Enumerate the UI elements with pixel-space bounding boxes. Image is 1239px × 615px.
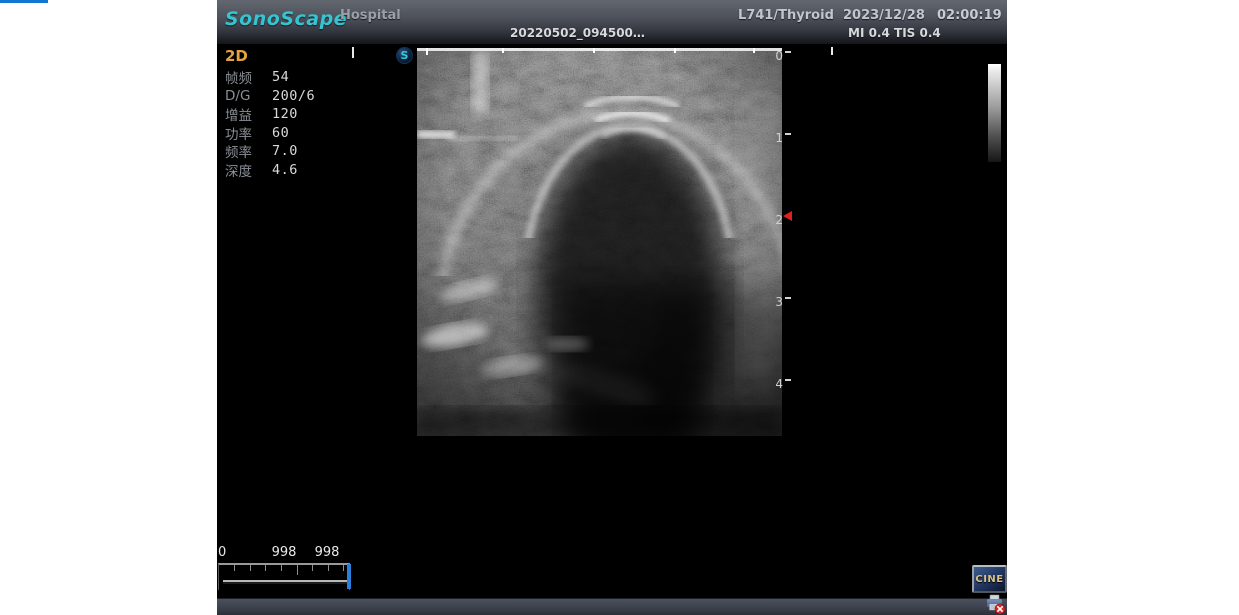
param-row-power: 功率 60 [225, 124, 345, 143]
param-label: D/G [225, 88, 272, 104]
cine-total-frames: 998 [315, 545, 340, 560]
page-corner-marker [0, 0, 48, 3]
system-date: 2023/12/28 [843, 8, 925, 23]
system-time: 02:00:19 [937, 8, 1002, 23]
acoustic-output-indices: MI 0.4 TIS 0.4 [848, 26, 941, 40]
cine-tick [328, 565, 329, 571]
param-value: 120 [272, 106, 298, 122]
sonoscape-logo: SonoScape [225, 8, 347, 30]
cine-mode-button[interactable]: CINE [972, 565, 1007, 593]
cine-scrubber-track[interactable] [218, 563, 350, 590]
ultrasound-speckle-render [417, 48, 782, 436]
param-label: 深度 [225, 160, 272, 180]
cine-tick [265, 565, 266, 571]
depth-label-3: 3 [769, 295, 783, 309]
param-label: 帧频 [225, 67, 272, 87]
grayscale-map-bar [988, 64, 1001, 162]
top-status-bar: SonoScape Hospital L741/Thyroid 2023/12/… [217, 0, 1007, 44]
image-boundary-tick-right [831, 47, 833, 55]
cine-tick [234, 565, 235, 571]
cine-current-frame: 998 [272, 545, 297, 560]
param-row-frame-rate: 帧频 54 [225, 68, 345, 87]
param-row-gain: 增益 120 [225, 105, 345, 124]
depth-label-1: 1 [769, 131, 783, 145]
depth-tick [785, 379, 791, 381]
cine-tick [343, 565, 344, 571]
imaging-mode-label: 2D [225, 47, 345, 68]
depth-tick [785, 297, 791, 299]
ultrasound-app-window: SonoScape Hospital L741/Thyroid 2023/12/… [217, 0, 1007, 615]
depth-label-2: 2 [769, 213, 783, 227]
cine-tick [297, 565, 298, 575]
param-row-dynamic-range: D/G 200/6 [225, 87, 345, 106]
cine-tick [250, 565, 251, 571]
param-value: 60 [272, 125, 289, 141]
depth-tick [785, 133, 791, 135]
hospital-name: Hospital [340, 8, 401, 23]
cine-tick [312, 565, 313, 571]
param-value: 7.0 [272, 143, 298, 159]
printer-error-icon[interactable] [985, 594, 1006, 615]
exam-id: 20220502_094500… [510, 26, 645, 40]
ultrasound-image[interactable] [417, 48, 782, 436]
depth-label-0: 0 [769, 49, 783, 63]
cine-tick [281, 565, 282, 571]
param-label: 频率 [225, 141, 272, 161]
param-value: 4.6 [272, 162, 298, 178]
imaging-parameters-panel: 2D 帧频 54 D/G 200/6 增益 120 功率 60 频率 7.0 深… [225, 47, 345, 179]
param-label: 增益 [225, 104, 272, 124]
cine-progress-bar [223, 580, 348, 584]
depth-label-4: 4 [769, 377, 783, 391]
image-boundary-tick-left [352, 47, 354, 58]
probe-preset-label: L741/Thyroid [738, 8, 834, 23]
cine-start-frame: 0 [218, 545, 226, 560]
param-row-depth: 深度 4.6 [225, 161, 345, 180]
param-row-frequency: 频率 7.0 [225, 142, 345, 161]
cine-position-slider[interactable] [347, 564, 351, 589]
depth-tick [785, 51, 791, 53]
bottom-taskbar [217, 598, 1007, 615]
focus-position-marker[interactable] [783, 211, 792, 221]
param-value: 200/6 [272, 88, 315, 104]
probe-orientation-icon: S [396, 47, 413, 64]
param-value: 54 [272, 69, 289, 85]
param-label: 功率 [225, 123, 272, 143]
